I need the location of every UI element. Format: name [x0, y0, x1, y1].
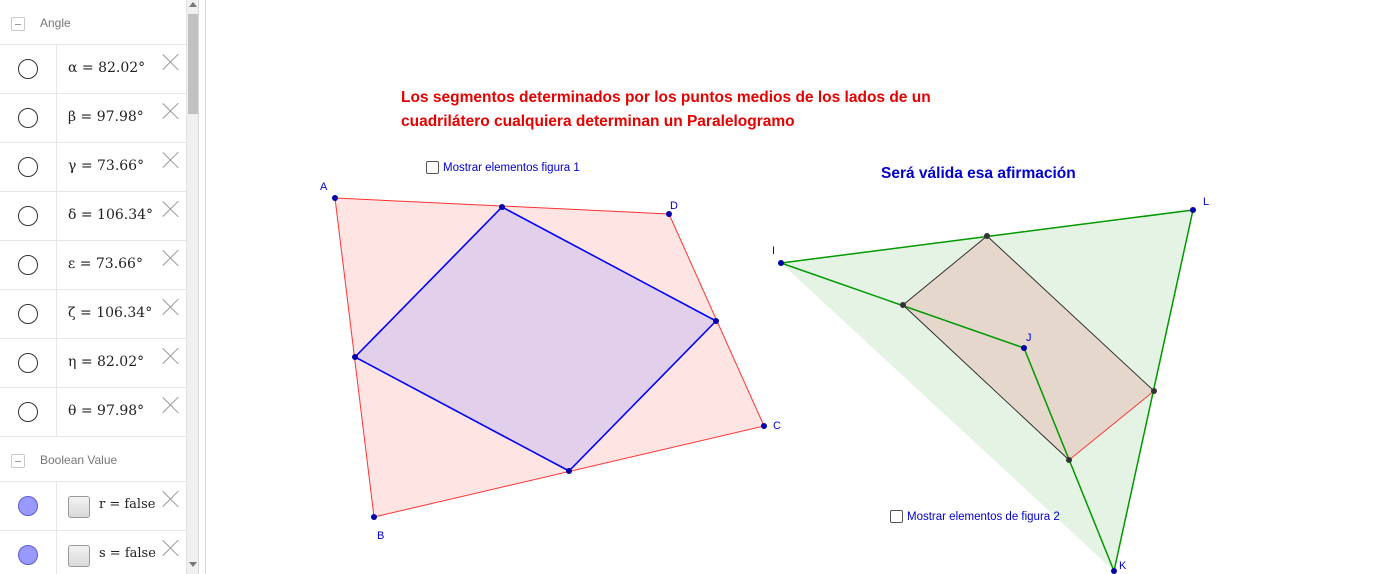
visibility-cell: [0, 290, 57, 338]
label-C: C: [773, 420, 781, 432]
delete-icon[interactable]: [162, 539, 180, 557]
midpoint-LK[interactable]: [1151, 388, 1157, 394]
algebra-item-alpha[interactable]: α = 82.02°: [0, 45, 186, 94]
visibility-toggle-icon[interactable]: [18, 255, 38, 275]
midpoint-BA[interactable]: [352, 354, 358, 360]
point-A[interactable]: [332, 195, 338, 201]
label-L: L: [1203, 196, 1209, 208]
algebra-item-r[interactable]: r = false: [0, 482, 186, 531]
visibility-cell: [0, 531, 57, 574]
algebra-item-delta[interactable]: δ = 106.34°: [0, 192, 186, 241]
algebra-item-text[interactable]: η = 82.02°: [68, 354, 144, 370]
visibility-toggle-icon[interactable]: [18, 108, 38, 128]
boolean-checkbox[interactable]: [68, 545, 90, 567]
visibility-cell: [0, 388, 57, 436]
visibility-toggle-icon[interactable]: [18, 353, 38, 373]
group-header-boolean[interactable]: Boolean Value: [0, 437, 186, 482]
visibility-cell: [0, 339, 57, 387]
algebra-item-eta[interactable]: η = 82.02°: [0, 339, 186, 388]
graphics-view[interactable]: A D C B I L J K Los segmentos determinad…: [206, 0, 1382, 574]
label-J: J: [1026, 332, 1032, 344]
visibility-toggle-icon[interactable]: [18, 545, 38, 565]
algebra-item-epsilon[interactable]: ε = 73.66°: [0, 241, 186, 290]
delete-icon[interactable]: [162, 53, 180, 71]
algebra-item-text[interactable]: β = 97.98°: [68, 109, 144, 125]
geogebra-app: Angle α = 82.02° β = 97.98° γ = 73.66° δ…: [0, 0, 1382, 574]
label-D: D: [670, 200, 678, 212]
visibility-toggle-icon[interactable]: [18, 157, 38, 177]
collapse-icon[interactable]: [11, 454, 25, 468]
checkbox-label: Mostrar elementos figura 1: [443, 161, 580, 174]
algebra-item-text[interactable]: α = 82.02°: [68, 60, 145, 76]
point-C[interactable]: [761, 423, 767, 429]
delete-icon[interactable]: [162, 151, 180, 169]
visibility-toggle-icon[interactable]: [18, 496, 38, 516]
collapse-icon[interactable]: [11, 17, 25, 31]
checkbox-icon[interactable]: [426, 161, 439, 174]
point-L[interactable]: [1190, 207, 1196, 213]
point-J[interactable]: [1021, 345, 1027, 351]
visibility-toggle-icon[interactable]: [18, 304, 38, 324]
visibility-toggle-icon[interactable]: [18, 59, 38, 79]
scroll-thumb[interactable]: [188, 14, 198, 114]
label-B: B: [377, 530, 384, 542]
question-text: Será válida esa afirmación: [881, 165, 1076, 182]
scroll-down-icon[interactable]: [189, 562, 197, 567]
visibility-cell: [0, 482, 57, 530]
algebra-scrollbar[interactable]: [186, 0, 199, 574]
point-I[interactable]: [778, 260, 784, 266]
scroll-up-icon[interactable]: [189, 2, 197, 7]
group-header-angle[interactable]: Angle: [0, 0, 186, 45]
algebra-item-text[interactable]: r = false: [99, 497, 155, 512]
visibility-cell: [0, 241, 57, 289]
delete-icon[interactable]: [162, 102, 180, 120]
algebra-item-theta[interactable]: θ = 97.98°: [0, 388, 186, 437]
visibility-cell: [0, 143, 57, 191]
show-elements-figure-2-checkbox[interactable]: Mostrar elementos de figura 2: [890, 510, 1060, 523]
visibility-toggle-icon[interactable]: [18, 402, 38, 422]
point-B[interactable]: [371, 514, 377, 520]
algebra-item-text[interactable]: δ = 106.34°: [68, 207, 153, 223]
delete-icon[interactable]: [162, 396, 180, 414]
delete-icon[interactable]: [162, 490, 180, 508]
algebra-item-text[interactable]: ζ = 106.34°: [68, 305, 152, 321]
label-I: I: [772, 245, 775, 257]
algebra-item-gamma[interactable]: γ = 73.66°: [0, 143, 186, 192]
algebra-item-text[interactable]: s = false: [99, 546, 156, 561]
algebra-item-text[interactable]: θ = 97.98°: [68, 403, 144, 419]
algebra-item-s[interactable]: s = false: [0, 531, 186, 574]
theorem-text: Los segmentos determinados por los punto…: [401, 89, 931, 130]
midpoint-KJ[interactable]: [1066, 457, 1072, 463]
algebra-item-beta[interactable]: β = 97.98°: [0, 94, 186, 143]
midpoint-AD[interactable]: [499, 204, 505, 210]
visibility-toggle-icon[interactable]: [18, 206, 38, 226]
midpoint-JI[interactable]: [900, 302, 906, 308]
group-label: Boolean Value: [40, 453, 118, 467]
midpoint-CB[interactable]: [566, 468, 572, 474]
boolean-checkbox[interactable]: [68, 496, 90, 518]
point-K[interactable]: [1111, 568, 1117, 574]
visibility-cell: [0, 192, 57, 240]
visibility-cell: [0, 45, 57, 93]
midpoint-IL[interactable]: [984, 233, 990, 239]
algebra-item-text[interactable]: γ = 73.66°: [68, 158, 144, 174]
delete-icon[interactable]: [162, 200, 180, 218]
algebra-list: Angle α = 82.02° β = 97.98° γ = 73.66° δ…: [0, 0, 186, 574]
group-label: Angle: [40, 16, 71, 30]
delete-icon[interactable]: [162, 298, 180, 316]
delete-icon[interactable]: [162, 249, 180, 267]
checkbox-label: Mostrar elementos de figura 2: [907, 510, 1060, 523]
label-A: A: [320, 181, 328, 193]
label-K: K: [1119, 560, 1127, 572]
delete-icon[interactable]: [162, 347, 180, 365]
algebra-view: Angle α = 82.02° β = 97.98° γ = 73.66° δ…: [0, 0, 199, 574]
algebra-item-text[interactable]: ε = 73.66°: [68, 256, 143, 272]
checkbox-icon[interactable]: [890, 510, 903, 523]
algebra-item-zeta[interactable]: ζ = 106.34°: [0, 290, 186, 339]
visibility-cell: [0, 94, 57, 142]
show-elements-figure-1-checkbox[interactable]: Mostrar elementos figura 1: [426, 161, 580, 174]
midpoint-DC[interactable]: [713, 318, 719, 324]
